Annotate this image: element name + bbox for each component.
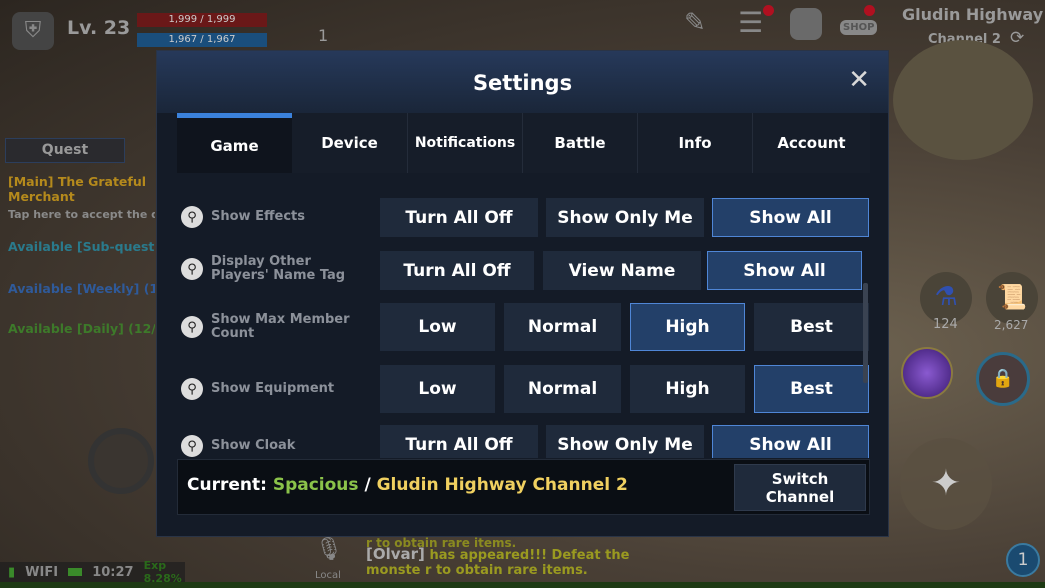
menu-notification-dot: [763, 5, 774, 16]
battery-icon: [68, 568, 83, 576]
settings-tabs: Game Device Notifications Battle Info Ac…: [177, 113, 870, 173]
quest-daily[interactable]: Available [Daily] (12/: [8, 321, 155, 336]
search-icon[interactable]: ⚲: [181, 378, 203, 400]
quest-hint[interactable]: Tap here to accept the qu: [8, 208, 155, 221]
minimap[interactable]: [893, 40, 1033, 160]
current-label: Current:: [187, 475, 267, 495]
server-name: Spacious: [272, 475, 359, 495]
setting-label: ⚲ Show Max Member Count: [181, 313, 351, 341]
search-icon[interactable]: ⚲: [181, 316, 203, 338]
option-button[interactable]: View Name: [543, 251, 701, 290]
chat-message[interactable]: [Olvar] has appeared!!! Defeat the monst…: [366, 545, 661, 579]
option-button[interactable]: Low: [380, 365, 495, 413]
location-name: Gludin Highway: [902, 5, 1044, 24]
menu-icon[interactable]: ☰: [738, 6, 763, 39]
option-button[interactable]: Low: [380, 303, 495, 351]
network-label: WIFI: [25, 564, 59, 580]
tab-device[interactable]: Device: [292, 113, 407, 173]
tab-game[interactable]: Game: [177, 113, 292, 173]
option-button-selected[interactable]: Show All: [712, 198, 869, 237]
hp-bar: 1,999 / 1,999: [137, 13, 267, 27]
quest-tab[interactable]: Quest: [5, 138, 125, 163]
quest-main[interactable]: [Main] The Grateful Merchant: [8, 174, 153, 204]
notification-badge[interactable]: 1: [1006, 543, 1040, 577]
tab-notifications[interactable]: Notifications: [407, 113, 522, 173]
option-button-selected[interactable]: Best: [754, 365, 869, 413]
option-button[interactable]: Show Only Me: [546, 198, 704, 237]
settings-list[interactable]: ⚲ Show Effects Turn All Off Show Only Me …: [157, 173, 890, 458]
setting-label: ⚲ Display Other Players' Name Tag: [181, 255, 351, 283]
scroll-item-icon[interactable]: 📜: [986, 272, 1038, 324]
switch-channel-button[interactable]: Switch Channel: [734, 464, 866, 511]
tab-battle[interactable]: Battle: [522, 113, 637, 173]
quest-weekly[interactable]: Available [Weekly] (1: [8, 281, 155, 296]
separator: /: [358, 475, 377, 495]
setting-label: ⚲ Show Equipment: [181, 378, 334, 400]
quest-icon[interactable]: ✎: [684, 8, 718, 42]
setting-label: ⚲ Show Cloak: [181, 435, 295, 457]
quest-sub[interactable]: Available [Sub-quest: [8, 239, 155, 254]
option-button[interactable]: High: [630, 365, 745, 413]
chat-speaker: [Olvar]: [366, 545, 425, 563]
skill-icon[interactable]: [901, 347, 953, 399]
status-bar: ▮ WIFI 10:27 Exp 8.28%: [0, 559, 185, 585]
setting-label: ⚲ Show Effects: [181, 206, 305, 228]
joystick[interactable]: [88, 428, 154, 494]
channel-name: Gludin Highway Channel 2: [376, 475, 628, 495]
quest-list: [Main] The Grateful Merchant Tap here to…: [8, 174, 155, 336]
locked-skill-icon[interactable]: 🔒: [976, 352, 1030, 406]
close-icon[interactable]: ✕: [848, 65, 870, 95]
tab-info[interactable]: Info: [637, 113, 752, 173]
shop-icon[interactable]: SHOP: [840, 20, 878, 35]
shield-icon[interactable]: ⛨: [12, 12, 54, 50]
buff-count[interactable]: 1: [318, 26, 328, 45]
signal-icon: ▮: [8, 564, 16, 580]
option-button[interactable]: Best: [754, 303, 869, 351]
option-button[interactable]: Turn All Off: [380, 198, 538, 237]
search-icon[interactable]: ⚲: [181, 258, 203, 280]
option-button[interactable]: Turn All Off: [380, 251, 534, 290]
dialog-title: Settings: [472, 71, 573, 95]
search-icon[interactable]: ⚲: [181, 435, 203, 457]
refresh-channel-icon[interactable]: ⟳: [1010, 28, 1024, 48]
option-button[interactable]: Normal: [504, 365, 621, 413]
clock: 10:27: [92, 564, 134, 580]
option-button-selected[interactable]: Show All: [712, 425, 869, 458]
scrollbar[interactable]: [863, 283, 868, 383]
mp-bar: 1,967 / 1,967: [137, 33, 267, 47]
option-button-selected[interactable]: High: [630, 303, 745, 351]
scroll-item-count: 2,627: [994, 318, 1029, 332]
settings-dialog: Settings ✕ Game Device Notifications Bat…: [156, 50, 889, 537]
attack-button[interactable]: ✦: [900, 438, 992, 530]
exp-bar: [0, 582, 1045, 588]
option-button[interactable]: Turn All Off: [380, 425, 538, 458]
inventory-bag-icon[interactable]: [790, 8, 822, 40]
shop-notification-dot: [864, 5, 875, 16]
search-icon[interactable]: ⚲: [181, 206, 203, 228]
option-button-selected[interactable]: Show All: [707, 251, 862, 290]
mana-potion-count: 124: [933, 317, 958, 332]
tab-account[interactable]: Account: [752, 113, 870, 173]
level-label: Lv. 23: [67, 17, 131, 39]
channel-footer: Current: Spacious / Gludin Highway Chann…: [177, 459, 870, 515]
option-button[interactable]: Show Only Me: [546, 425, 704, 458]
dialog-header: Settings ✕: [157, 51, 888, 113]
option-button[interactable]: Normal: [504, 303, 621, 351]
voice-channel-label: Local: [315, 570, 341, 581]
current-channel: Current: Spacious / Gludin Highway Chann…: [187, 475, 628, 495]
